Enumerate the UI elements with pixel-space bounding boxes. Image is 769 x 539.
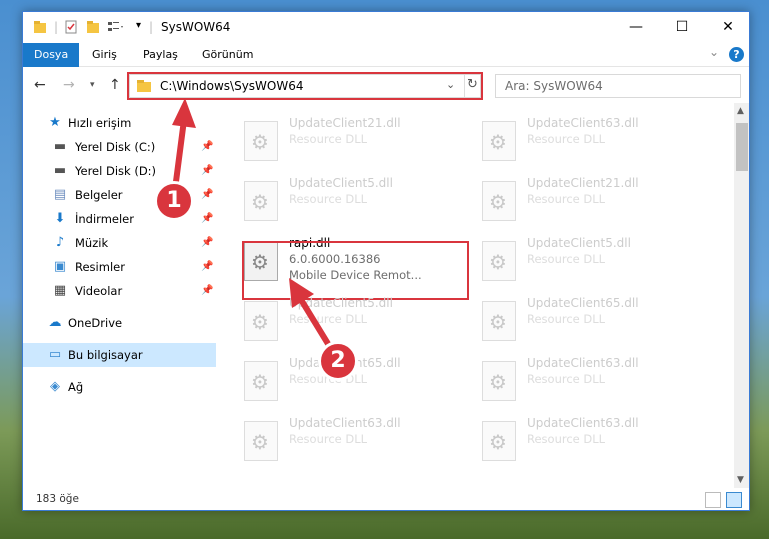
step-badge-2: 2	[318, 341, 358, 381]
arrow-2	[289, 278, 336, 355]
annotation-arrows	[171, 98, 336, 355]
step-badge-1: 1	[154, 181, 194, 221]
